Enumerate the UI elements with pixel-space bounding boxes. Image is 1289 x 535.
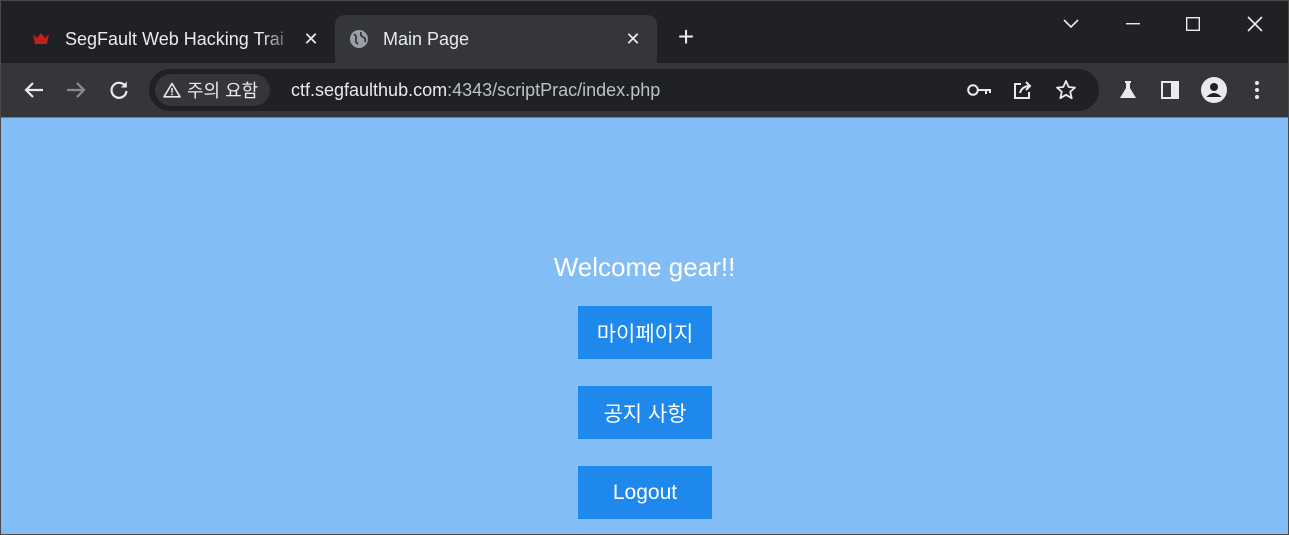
maximize-icon[interactable]: [1173, 7, 1213, 41]
browser-toolbar: 주의 요함 ctf.segfaulthub.com:4343/scriptPra…: [1, 63, 1288, 117]
address-bar[interactable]: 주의 요함 ctf.segfaulthub.com:4343/scriptPra…: [149, 69, 1099, 111]
logout-button[interactable]: Logout: [578, 466, 712, 519]
notice-button[interactable]: 공지 사항: [578, 386, 712, 439]
tab-main-page[interactable]: Main Page ✕: [335, 15, 657, 63]
url-text[interactable]: ctf.segfaulthub.com:4343/scriptPrac/inde…: [291, 69, 660, 111]
back-arrow-icon[interactable]: [17, 73, 51, 107]
bookmark-star-icon[interactable]: [1049, 73, 1083, 107]
reload-icon[interactable]: [102, 73, 136, 107]
close-tab-icon[interactable]: ✕: [619, 25, 647, 53]
welcome-heading: Welcome gear!!: [553, 252, 736, 282]
tab-search-chevron-icon[interactable]: [1051, 7, 1091, 41]
profile-avatar-icon[interactable]: [1197, 73, 1231, 107]
close-window-icon[interactable]: [1235, 7, 1275, 41]
tab-segfault[interactable]: SegFault Web Hacking Trai ✕: [17, 15, 335, 63]
warning-triangle-icon: [163, 82, 181, 98]
tab-strip: SegFault Web Hacking Trai ✕ Main Page ✕ …: [1, 1, 1288, 63]
close-tab-icon[interactable]: ✕: [297, 25, 325, 53]
labs-flask-icon[interactable]: [1111, 73, 1145, 107]
side-panel-icon[interactable]: [1153, 73, 1187, 107]
menu-kebab-icon[interactable]: [1240, 73, 1274, 107]
security-warning-chip[interactable]: 주의 요함: [155, 74, 271, 106]
tab-title: SegFault Web Hacking Trai: [65, 28, 284, 49]
security-chip-label: 주의 요함: [187, 81, 259, 101]
mypage-button[interactable]: 마이페이지: [578, 306, 712, 359]
url-host: ctf.segfaulthub.com: [291, 79, 448, 100]
page-viewport: Welcome gear!! 마이페이지 공지 사항 Logout: [1, 117, 1288, 534]
browser-window: SegFault Web Hacking Trai ✕ Main Page ✕ …: [0, 0, 1289, 535]
tab-title: Main Page: [383, 28, 470, 49]
password-key-icon[interactable]: [963, 73, 997, 107]
minimize-icon[interactable]: [1113, 7, 1153, 41]
segfault-logo-icon: [31, 29, 51, 49]
forward-arrow-icon[interactable]: [59, 73, 93, 107]
share-icon[interactable]: [1006, 73, 1040, 107]
globe-icon: [349, 29, 369, 49]
url-path: :4343/scriptPrac/index.php: [447, 79, 661, 100]
new-tab-button[interactable]: +: [671, 23, 701, 53]
